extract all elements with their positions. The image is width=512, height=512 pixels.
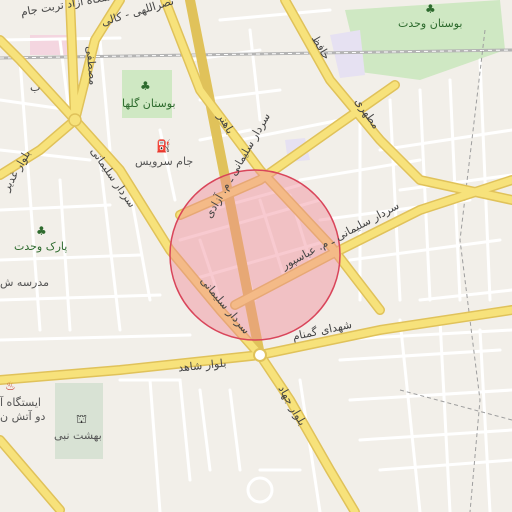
park-label-vahdat: پارک وحدت bbox=[14, 240, 68, 253]
park-label-boostan-golha: بوستان گلها bbox=[122, 97, 176, 110]
road-label-mostafa: مصطفی bbox=[83, 45, 100, 86]
roundabout-bottom bbox=[246, 476, 274, 504]
road-label-edge: ب bbox=[30, 81, 41, 94]
fuel-icon[interactable]: ⛽ bbox=[156, 140, 171, 152]
tree-icon: ♣ bbox=[425, 2, 436, 16]
roundabout-north bbox=[68, 113, 82, 127]
park-golha-area bbox=[122, 70, 172, 118]
roundabout-south bbox=[253, 348, 267, 362]
poi-label-madrese: مدرسه ش bbox=[0, 276, 50, 289]
map[interactable]: دانشگاه آزاد تربت جام نصراللهی - کالی مص… bbox=[0, 0, 512, 512]
poi-label-fire-station-2: دو آتش ن bbox=[0, 410, 46, 423]
tree-icon: ♣ bbox=[140, 79, 151, 93]
poi-label-jam-services: جام سرویس bbox=[135, 155, 194, 168]
poi-label-behesht-nabi: بهشت نبی bbox=[54, 429, 102, 442]
tree-icon: ♣ bbox=[36, 224, 47, 238]
park-label-boostan-vahdat: بوستان وحدت bbox=[398, 17, 463, 30]
cemetery-icon[interactable]: ⛫ bbox=[76, 413, 87, 425]
fire-station-icon[interactable]: ♨ bbox=[5, 380, 16, 392]
poi-label-fire-station: ایستگاه آ bbox=[0, 396, 41, 409]
